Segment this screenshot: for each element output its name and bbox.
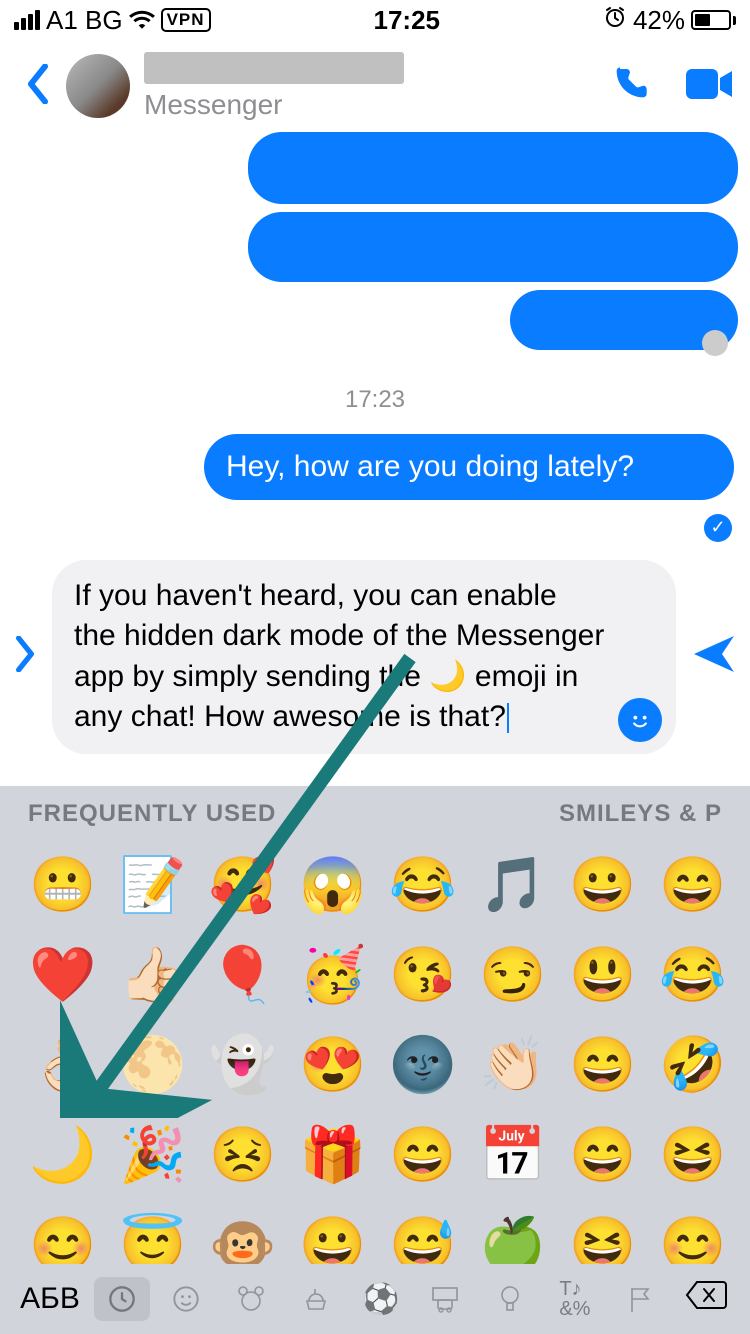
- emoji-cell[interactable]: 😇: [108, 1200, 198, 1264]
- status-left: A1 BG VPN: [14, 5, 211, 36]
- contact-name: [144, 52, 404, 84]
- crescent-moon-icon: 🌙: [429, 660, 466, 693]
- wifi-icon: [129, 5, 155, 36]
- emoji-cell[interactable]: ❤️: [18, 930, 108, 1020]
- emoji-category-symbols[interactable]: T♪&%: [547, 1279, 604, 1319]
- emoji-cell[interactable]: 🌚: [378, 1020, 468, 1110]
- emoji-cell[interactable]: 🥳: [288, 930, 378, 1020]
- alarm-icon: [603, 5, 627, 36]
- emoji-cell[interactable]: 😄: [648, 840, 738, 930]
- emoji-category-objects[interactable]: [482, 1284, 539, 1314]
- emoji-cell[interactable]: 🍏: [468, 1200, 558, 1264]
- emoji-cell[interactable]: 😱: [288, 840, 378, 930]
- send-button[interactable]: [692, 634, 736, 679]
- emoji-cell[interactable]: 🌕: [108, 1020, 198, 1110]
- emoji-cell[interactable]: 😀: [288, 1200, 378, 1264]
- emoji-cell[interactable]: 🎉: [108, 1110, 198, 1200]
- status-right: 42%: [603, 5, 736, 36]
- emoji-category-animals[interactable]: [223, 1285, 280, 1313]
- emoji-section-frequent-header: FREQUENTLY USED: [28, 800, 276, 828]
- video-call-button[interactable]: [686, 67, 734, 106]
- text-cursor: [507, 703, 509, 733]
- status-bar: A1 BG VPN 17:25 42%: [0, 0, 750, 40]
- emoji-cell[interactable]: 😊: [648, 1200, 738, 1264]
- emoji-cell[interactable]: 📝: [108, 840, 198, 930]
- seen-avatar-icon: [702, 330, 728, 356]
- emoji-cell[interactable]: 👻: [198, 1020, 288, 1110]
- outgoing-message-redacted[interactable]: [248, 212, 738, 282]
- contact-avatar[interactable]: [66, 54, 130, 118]
- emoji-cell[interactable]: 😆: [558, 1200, 648, 1264]
- emoji-cell[interactable]: 🐵: [198, 1200, 288, 1264]
- outgoing-message-redacted[interactable]: [248, 132, 738, 204]
- emoji-grid[interactable]: 😬📝🥰😱😂🎵😀😄❤️👍🏻🎈🥳😘😏😃😂👌🏻🌕👻😍🌚👏🏻😄🤣🌙🎉😣🎁😄📅😄😆😊😇🐵😀…: [0, 834, 750, 1264]
- emoji-cell[interactable]: 😂: [378, 840, 468, 930]
- emoji-section-smileys-header: SMILEYS & P: [559, 800, 722, 828]
- emoji-cell[interactable]: 📅: [468, 1110, 558, 1200]
- composer-row: If you haven't heard, you can enable the…: [0, 560, 750, 754]
- outgoing-message[interactable]: Hey, how are you doing lately?: [204, 434, 734, 500]
- switch-to-text-keyboard-button[interactable]: АБВ: [14, 1282, 86, 1316]
- chat-header: Messenger: [0, 40, 750, 132]
- emoji-cell[interactable]: 😆: [648, 1110, 738, 1200]
- emoji-cell[interactable]: 😃: [558, 930, 648, 1020]
- carrier-label: A1 BG: [46, 5, 123, 36]
- emoji-cell[interactable]: 👏🏻: [468, 1020, 558, 1110]
- header-subtitle: Messenger: [144, 89, 610, 121]
- emoji-cell[interactable]: 👍🏻: [108, 930, 198, 1020]
- emoji-category-travel[interactable]: [417, 1285, 474, 1313]
- backspace-button[interactable]: [676, 1280, 736, 1318]
- emoji-cell[interactable]: 😏: [468, 930, 558, 1020]
- emoji-category-smileys[interactable]: [158, 1285, 215, 1313]
- emoji-cell[interactable]: 😄: [378, 1110, 468, 1200]
- emoji-category-recent[interactable]: [94, 1277, 150, 1321]
- status-time: 17:25: [374, 5, 441, 36]
- emoji-category-food[interactable]: [288, 1285, 345, 1313]
- emoji-cell[interactable]: 🎈: [198, 930, 288, 1020]
- emoji-cell[interactable]: 🎵: [468, 840, 558, 930]
- emoji-cell[interactable]: 😍: [288, 1020, 378, 1110]
- emoji-cell[interactable]: 😄: [558, 1020, 648, 1110]
- emoji-cell[interactable]: 👌🏻: [18, 1020, 108, 1110]
- delivered-check-icon: ✓: [704, 514, 732, 542]
- emoji-cell[interactable]: 🤣: [648, 1020, 738, 1110]
- emoji-cell[interactable]: 😅: [378, 1200, 468, 1264]
- message-input[interactable]: If you haven't heard, you can enable the…: [52, 560, 676, 754]
- emoji-category-activity[interactable]: ⚽: [352, 1282, 409, 1317]
- header-titles[interactable]: Messenger: [144, 52, 610, 121]
- emoji-cell[interactable]: 🌙: [18, 1110, 108, 1200]
- emoji-cell[interactable]: 😊: [18, 1200, 108, 1264]
- emoji-cell[interactable]: 🥰: [198, 840, 288, 930]
- timestamp-divider: 17:23: [12, 386, 738, 414]
- emoji-cell[interactable]: 😄: [558, 1110, 648, 1200]
- message-list[interactable]: 17:23 Hey, how are you doing lately? ✓: [0, 132, 750, 542]
- back-button[interactable]: [10, 64, 66, 109]
- keyboard-bottom-bar: АБВ ⚽ T♪&%: [0, 1264, 750, 1334]
- emoji-cell[interactable]: 😣: [198, 1110, 288, 1200]
- emoji-keyboard: FREQUENTLY USED SMILEYS & P 😬📝🥰😱😂🎵😀😄❤️👍🏻…: [0, 786, 750, 1334]
- emoji-cell[interactable]: 😘: [378, 930, 468, 1020]
- expand-composer-button[interactable]: [14, 636, 36, 677]
- battery-icon: [691, 10, 736, 30]
- emoji-cell[interactable]: 😂: [648, 930, 738, 1020]
- emoji-category-flags[interactable]: [611, 1285, 668, 1313]
- battery-percent: 42%: [633, 5, 685, 36]
- emoji-cell[interactable]: 😬: [18, 840, 108, 930]
- voice-call-button[interactable]: [610, 64, 650, 109]
- cellular-signal-icon: [14, 10, 40, 30]
- vpn-badge: VPN: [161, 8, 211, 32]
- emoji-cell[interactable]: 🎁: [288, 1110, 378, 1200]
- emoji-picker-button[interactable]: [618, 698, 662, 742]
- emoji-cell[interactable]: 😀: [558, 840, 648, 930]
